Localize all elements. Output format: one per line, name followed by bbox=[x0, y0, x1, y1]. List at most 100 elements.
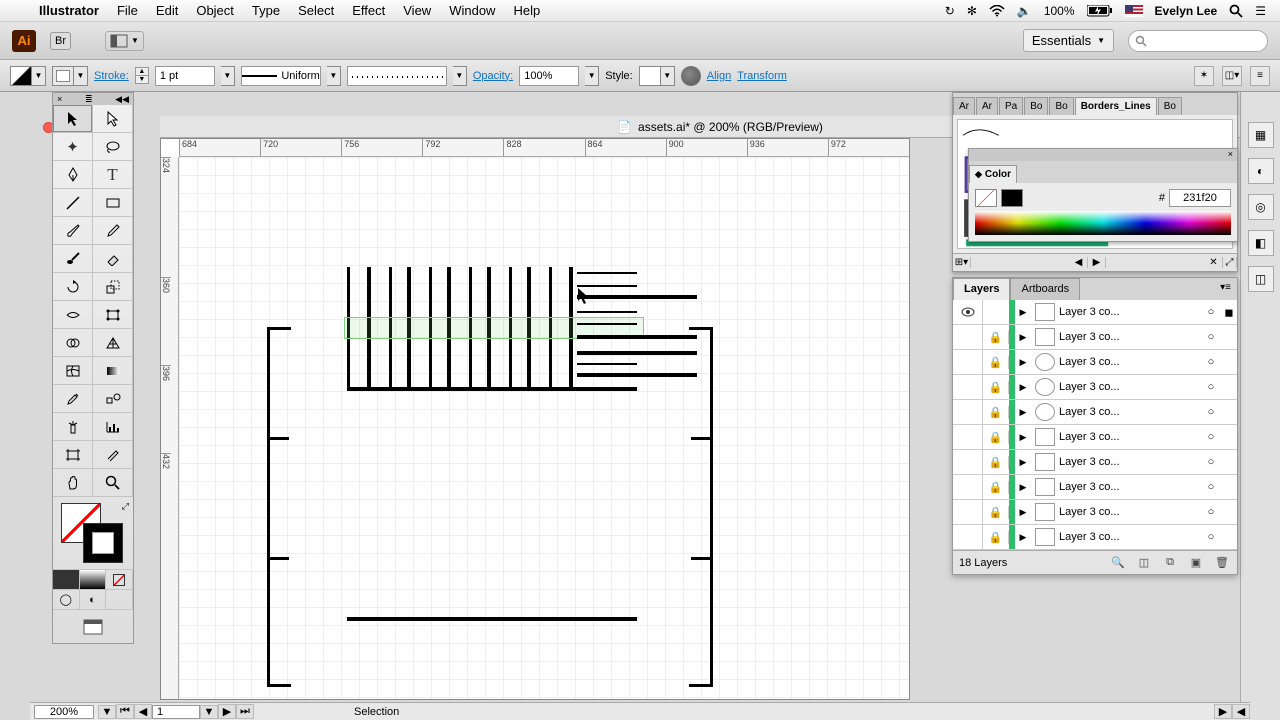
expand-icon[interactable]: ▶ bbox=[1015, 357, 1031, 368]
blend-tool[interactable] bbox=[93, 385, 133, 413]
menu-select[interactable]: Select bbox=[289, 3, 343, 18]
expand-icon[interactable]: ▶ bbox=[1015, 332, 1031, 343]
tool-close-icon[interactable]: × bbox=[57, 94, 62, 104]
rectangle-tool[interactable] bbox=[93, 189, 133, 217]
width-tool[interactable] bbox=[53, 301, 93, 329]
target-icon[interactable]: ○ bbox=[1201, 456, 1221, 468]
layer-name[interactable]: Layer 3 co... bbox=[1059, 356, 1201, 368]
layer-row[interactable]: 🔒▶Layer 3 co...○ bbox=[953, 450, 1237, 475]
app-name[interactable]: Illustrator bbox=[30, 3, 108, 18]
hand-tool[interactable] bbox=[53, 469, 93, 497]
stroke-box[interactable] bbox=[83, 523, 123, 563]
color-stroke-swatch[interactable] bbox=[1001, 189, 1023, 207]
nav-prev-icon[interactable]: ◀ bbox=[134, 704, 152, 719]
recolor-icon[interactable] bbox=[681, 66, 701, 86]
menu-help[interactable]: Help bbox=[504, 3, 549, 18]
expand-icon[interactable]: ▶ bbox=[1015, 457, 1031, 468]
layer-name[interactable]: Layer 3 co... bbox=[1059, 381, 1201, 393]
layers-menu-icon[interactable]: ▾≡ bbox=[1214, 278, 1237, 300]
wifi-icon[interactable] bbox=[989, 5, 1005, 17]
locate-layer-icon[interactable]: 🔍 bbox=[1109, 555, 1127, 571]
target-icon[interactable]: ○ bbox=[1201, 381, 1221, 393]
swap-icon[interactable]: ⤢ bbox=[122, 501, 129, 512]
layer-name[interactable]: Layer 3 co... bbox=[1059, 306, 1201, 318]
clip-mask-icon[interactable]: ◫ bbox=[1135, 555, 1153, 571]
horizontal-ruler[interactable]: 684 720 756 792 828 864 900 936 972 bbox=[179, 139, 909, 157]
hscroll-left-icon[interactable]: ◀ bbox=[1232, 704, 1250, 719]
user-name[interactable]: Evelyn Lee bbox=[1155, 4, 1218, 18]
strip-gradient-icon[interactable]: ◧ bbox=[1248, 230, 1274, 256]
zoom-dd[interactable]: ▼ bbox=[98, 705, 116, 719]
draw-normal-icon[interactable]: ◯ bbox=[53, 590, 80, 609]
selection-tool[interactable] bbox=[53, 105, 93, 133]
gradient-tool[interactable] bbox=[93, 357, 133, 385]
nav-next-icon[interactable]: ▶ bbox=[218, 704, 236, 719]
align-link[interactable]: Align bbox=[707, 70, 731, 82]
brush-remove-icon[interactable]: ✕ bbox=[1205, 257, 1223, 268]
lock-icon[interactable]: 🔒 bbox=[983, 331, 1009, 344]
visibility-icon[interactable] bbox=[953, 450, 983, 474]
layer-name[interactable]: Layer 3 co... bbox=[1059, 531, 1201, 543]
layer-row[interactable]: 🔒▶Layer 3 co...○ bbox=[953, 525, 1237, 550]
workspace-switcher[interactable]: Essentials ▼ bbox=[1023, 29, 1114, 52]
slice-tool[interactable] bbox=[93, 441, 133, 469]
artboards-tab[interactable]: Artboards bbox=[1010, 278, 1080, 300]
brush-next-icon[interactable]: ▶ bbox=[1088, 257, 1106, 268]
graphic-style-select[interactable]: ▼ bbox=[639, 66, 675, 86]
layer-row[interactable]: 🔒▶Layer 3 co...○ bbox=[953, 400, 1237, 425]
lock-icon[interactable]: 🔒 bbox=[983, 431, 1009, 444]
delete-layer-icon[interactable]: 🗑 bbox=[1213, 555, 1231, 571]
direct-selection-tool[interactable] bbox=[93, 105, 133, 133]
menu-file[interactable]: File bbox=[108, 3, 147, 18]
brush-dd[interactable]: ▼ bbox=[453, 66, 467, 86]
stroke-weight-dd[interactable]: ▼ bbox=[221, 66, 235, 86]
stroke-swatch[interactable]: ▼ bbox=[52, 66, 88, 86]
layer-name[interactable]: Layer 3 co... bbox=[1059, 406, 1201, 418]
opacity-input[interactable]: 100% bbox=[519, 66, 579, 86]
vertical-ruler[interactable]: 324 360 396 432 bbox=[161, 157, 179, 699]
eraser-tool[interactable] bbox=[93, 245, 133, 273]
volume-icon[interactable]: 🔈 bbox=[1017, 4, 1032, 18]
stroke-profile-select[interactable]: Uniform bbox=[241, 66, 321, 86]
lock-icon[interactable]: 🔒 bbox=[983, 381, 1009, 394]
expand-icon[interactable]: ▶ bbox=[1015, 507, 1031, 518]
visibility-icon[interactable] bbox=[953, 300, 983, 324]
zoom-tool[interactable] bbox=[93, 469, 133, 497]
layers-tab[interactable]: Layers bbox=[953, 278, 1010, 300]
draw-behind-icon[interactable]: ◐ bbox=[80, 590, 107, 609]
nav-last-icon[interactable]: ⏭ bbox=[236, 704, 254, 719]
panel-tab-ar1[interactable]: Ar bbox=[953, 97, 975, 115]
isolate-icon[interactable]: ✶ bbox=[1194, 66, 1214, 86]
visibility-icon[interactable] bbox=[953, 325, 983, 349]
layer-name[interactable]: Layer 3 co... bbox=[1059, 456, 1201, 468]
perspective-tool[interactable] bbox=[93, 329, 133, 357]
color-tab[interactable]: Color bbox=[985, 169, 1011, 180]
layer-name[interactable]: Layer 3 co... bbox=[1059, 481, 1201, 493]
strip-swatches-icon[interactable]: ▦ bbox=[1248, 122, 1274, 148]
status-menu-icon[interactable]: ▶ bbox=[1214, 704, 1232, 719]
target-icon[interactable]: ○ bbox=[1201, 481, 1221, 493]
new-layer-icon[interactable]: ▣ bbox=[1187, 555, 1205, 571]
target-icon[interactable]: ○ bbox=[1201, 331, 1221, 343]
eyedropper-tool[interactable] bbox=[53, 385, 93, 413]
free-transform-tool[interactable] bbox=[93, 301, 133, 329]
visibility-icon[interactable] bbox=[953, 425, 983, 449]
artboard-number-input[interactable]: 1 bbox=[152, 705, 200, 719]
expand-icon[interactable]: ▶ bbox=[1015, 382, 1031, 393]
help-search-input[interactable] bbox=[1128, 30, 1268, 52]
menu-effect[interactable]: Effect bbox=[343, 3, 394, 18]
hex-input[interactable] bbox=[1169, 189, 1231, 207]
artboard-dd[interactable]: ▼ bbox=[200, 705, 218, 719]
menu-view[interactable]: View bbox=[394, 3, 440, 18]
brush-prev-icon[interactable]: ◀ bbox=[1070, 257, 1088, 268]
visibility-icon[interactable] bbox=[953, 525, 983, 549]
layer-row[interactable]: ▶Layer 3 co...○◼ bbox=[953, 300, 1237, 325]
blob-brush-tool[interactable] bbox=[53, 245, 93, 273]
strip-color-icon[interactable]: ◐ bbox=[1248, 158, 1274, 184]
scale-tool[interactable] bbox=[93, 273, 133, 301]
panel-tab-ar2[interactable]: Ar bbox=[976, 97, 998, 115]
layer-name[interactable]: Layer 3 co... bbox=[1059, 331, 1201, 343]
pencil-tool[interactable] bbox=[93, 217, 133, 245]
stroke-up[interactable]: ▲ bbox=[135, 67, 149, 76]
color-spectrum[interactable] bbox=[975, 211, 1231, 235]
